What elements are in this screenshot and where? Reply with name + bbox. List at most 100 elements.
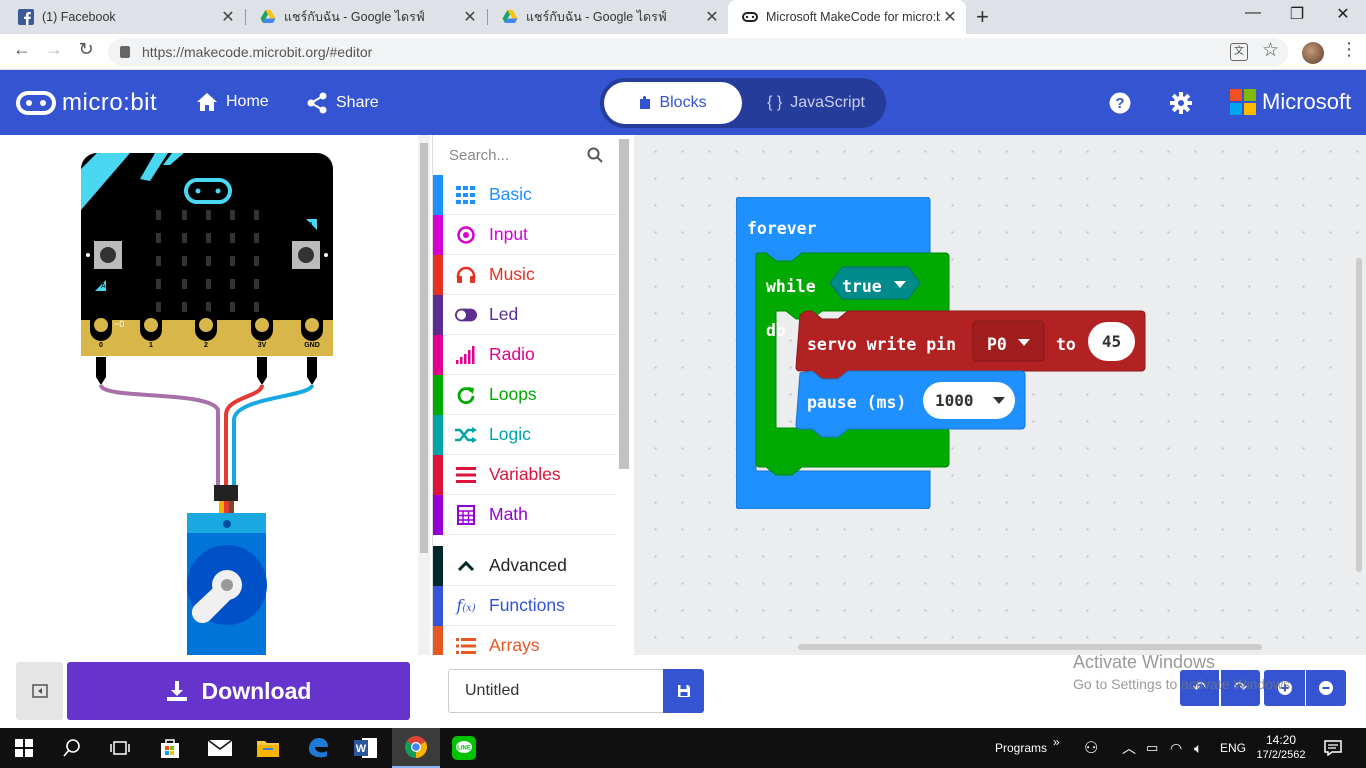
pin-dropdown[interactable]: P0: [987, 335, 1007, 354]
word-icon[interactable]: W: [342, 728, 390, 768]
project-name-input[interactable]: Untitled: [448, 669, 664, 713]
file-explorer-icon[interactable]: [244, 728, 292, 768]
language-indicator[interactable]: ENG: [1220, 728, 1246, 768]
blocks-workspace[interactable]: forever while true do servo write pin P0…: [634, 135, 1366, 655]
clock[interactable]: 14:20 17/2/2562: [1256, 728, 1306, 768]
profile-avatar[interactable]: [1302, 42, 1324, 64]
zoom-out-button[interactable]: [1306, 670, 1346, 706]
tab-google-drive-2[interactable]: แชร์กับฉัน - Google ไดรฟ์ ✕: [488, 0, 728, 34]
reload-icon[interactable]: ↻: [74, 39, 98, 60]
toolbox-category-input[interactable]: Input: [433, 214, 617, 255]
store-icon[interactable]: [146, 728, 194, 768]
workspace-vertical-scrollbar[interactable]: [1356, 258, 1362, 572]
braces-icon: { }: [767, 94, 783, 111]
windows-start-icon[interactable]: [0, 728, 48, 768]
bookmark-star-icon[interactable]: ☆: [1262, 39, 1279, 62]
chrome-icon[interactable]: [392, 728, 440, 768]
collapse-simulator-button[interactable]: [16, 662, 63, 720]
maximize-button[interactable]: ❐: [1274, 4, 1320, 24]
chevron-down-icon[interactable]: [894, 281, 906, 288]
blocks-button[interactable]: Blocks: [604, 82, 742, 124]
do-label: do: [766, 321, 786, 340]
category-label: Loops: [489, 384, 537, 404]
pin-label: GND: [304, 342, 320, 349]
minimize-button[interactable]: —: [1230, 4, 1276, 22]
toolbox-search-input[interactable]: Search...: [433, 135, 617, 175]
microbit-logo[interactable]: micro:bit: [16, 89, 157, 117]
home-label: Home: [226, 93, 269, 110]
array-list-icon: [455, 635, 477, 656]
close-tab-icon[interactable]: ✕: [460, 7, 480, 27]
toolbox-category-basic[interactable]: Basic: [433, 174, 617, 215]
workspace-horizontal-scrollbar[interactable]: [798, 644, 1262, 650]
category-label: Advanced: [489, 555, 567, 575]
pause-value: 1000: [935, 391, 974, 410]
people-icon[interactable]: ⚇: [1084, 728, 1098, 768]
browser-menu-icon[interactable]: ⋮: [1340, 39, 1358, 60]
target-icon: [455, 224, 477, 246]
double-chevron-icon: »: [1053, 735, 1060, 749]
chevron-up-icon[interactable]: ︿: [1122, 728, 1136, 768]
translate-icon[interactable]: 文: [1230, 43, 1248, 61]
pin-label: 2: [204, 342, 208, 349]
simulator-panel: A B 0 1 2 3V GND ~0: [0, 135, 416, 655]
toolbox-category-variables[interactable]: Variables: [433, 454, 617, 495]
forward-arrow-icon[interactable]: →: [42, 39, 66, 60]
notifications-icon[interactable]: [1324, 728, 1342, 768]
home-button[interactable]: Home: [196, 92, 269, 112]
help-button[interactable]: ?: [1109, 92, 1131, 114]
toolbox-category-led[interactable]: Led: [433, 294, 617, 335]
download-button[interactable]: Download: [67, 662, 410, 720]
wifi-icon[interactable]: ◠: [1170, 728, 1182, 768]
chevron-down-icon[interactable]: [1018, 339, 1030, 346]
share-button[interactable]: Share: [306, 92, 379, 114]
toolbox-category-functions[interactable]: f(x) Functions: [433, 585, 617, 626]
toolbox-category-logic[interactable]: Logic: [433, 414, 617, 455]
mail-icon[interactable]: [196, 728, 244, 768]
back-arrow-icon[interactable]: ←: [10, 39, 34, 60]
programs-toolbar[interactable]: Programs »: [995, 728, 1060, 768]
toolbox-category-loops[interactable]: Loops: [433, 374, 617, 415]
share-label: Share: [336, 94, 379, 111]
task-view-icon[interactable]: [96, 728, 144, 768]
pause-label: pause (ms): [807, 393, 907, 412]
close-tab-icon[interactable]: ✕: [940, 7, 960, 27]
tab-google-drive-1[interactable]: แชร์กับฉัน - Google ไดรฟ์ ✕: [246, 0, 486, 34]
edge-browser-icon[interactable]: [294, 728, 342, 768]
microbit-servo-simulator[interactable]: A B 0 1 2 3V GND ~0: [0, 135, 416, 655]
volume-icon[interactable]: 🔈︎: [1194, 728, 1202, 768]
true-value[interactable]: true: [842, 277, 882, 296]
line-app-icon[interactable]: LINE: [440, 728, 488, 768]
pause-value-dropdown[interactable]: 1000: [923, 382, 1015, 419]
category-label: Functions: [489, 595, 565, 615]
toolbox-category-music[interactable]: Music: [433, 254, 617, 295]
tab-makecode[interactable]: Microsoft MakeCode for micro:bi ✕: [728, 0, 966, 34]
settings-button[interactable]: [1170, 92, 1192, 114]
makecode-icon: [742, 12, 758, 22]
button-a[interactable]: [94, 241, 122, 269]
pin-label: 3V: [258, 342, 267, 349]
to-label: to: [1056, 335, 1076, 354]
watermark-subtitle: Go to Settings to activate Windows.: [1073, 676, 1294, 692]
toolbox-category-advanced[interactable]: Advanced: [433, 545, 617, 586]
close-tab-icon[interactable]: ✕: [218, 7, 238, 27]
search-icon[interactable]: [48, 728, 96, 768]
microsoft-logo[interactable]: Microsoft: [1230, 89, 1351, 115]
tab-facebook[interactable]: (1) Facebook ✕: [4, 0, 244, 34]
close-window-button[interactable]: ✕: [1320, 4, 1366, 24]
address-bar[interactable]: https://makecode.microbit.org/#editor: [108, 38, 1288, 66]
close-tab-icon[interactable]: ✕: [702, 7, 722, 27]
save-button[interactable]: [663, 669, 704, 713]
toolbox-category-math[interactable]: Math: [433, 494, 617, 535]
new-tab-button[interactable]: +: [976, 4, 989, 30]
blocks-label: Blocks: [659, 94, 707, 111]
toolbox-category-radio[interactable]: Radio: [433, 334, 617, 375]
clock-time: 14:20: [1265, 733, 1297, 747]
toolbox-category-arrays[interactable]: Arrays: [433, 625, 617, 656]
toolbox-scrollbar[interactable]: [619, 139, 629, 469]
servo-value-input[interactable]: 45: [1088, 322, 1135, 361]
simulator-scrollbar[interactable]: [418, 135, 430, 655]
battery-icon[interactable]: ▭: [1146, 728, 1158, 768]
button-b[interactable]: [292, 241, 320, 269]
javascript-button[interactable]: { } JavaScript: [750, 82, 882, 124]
